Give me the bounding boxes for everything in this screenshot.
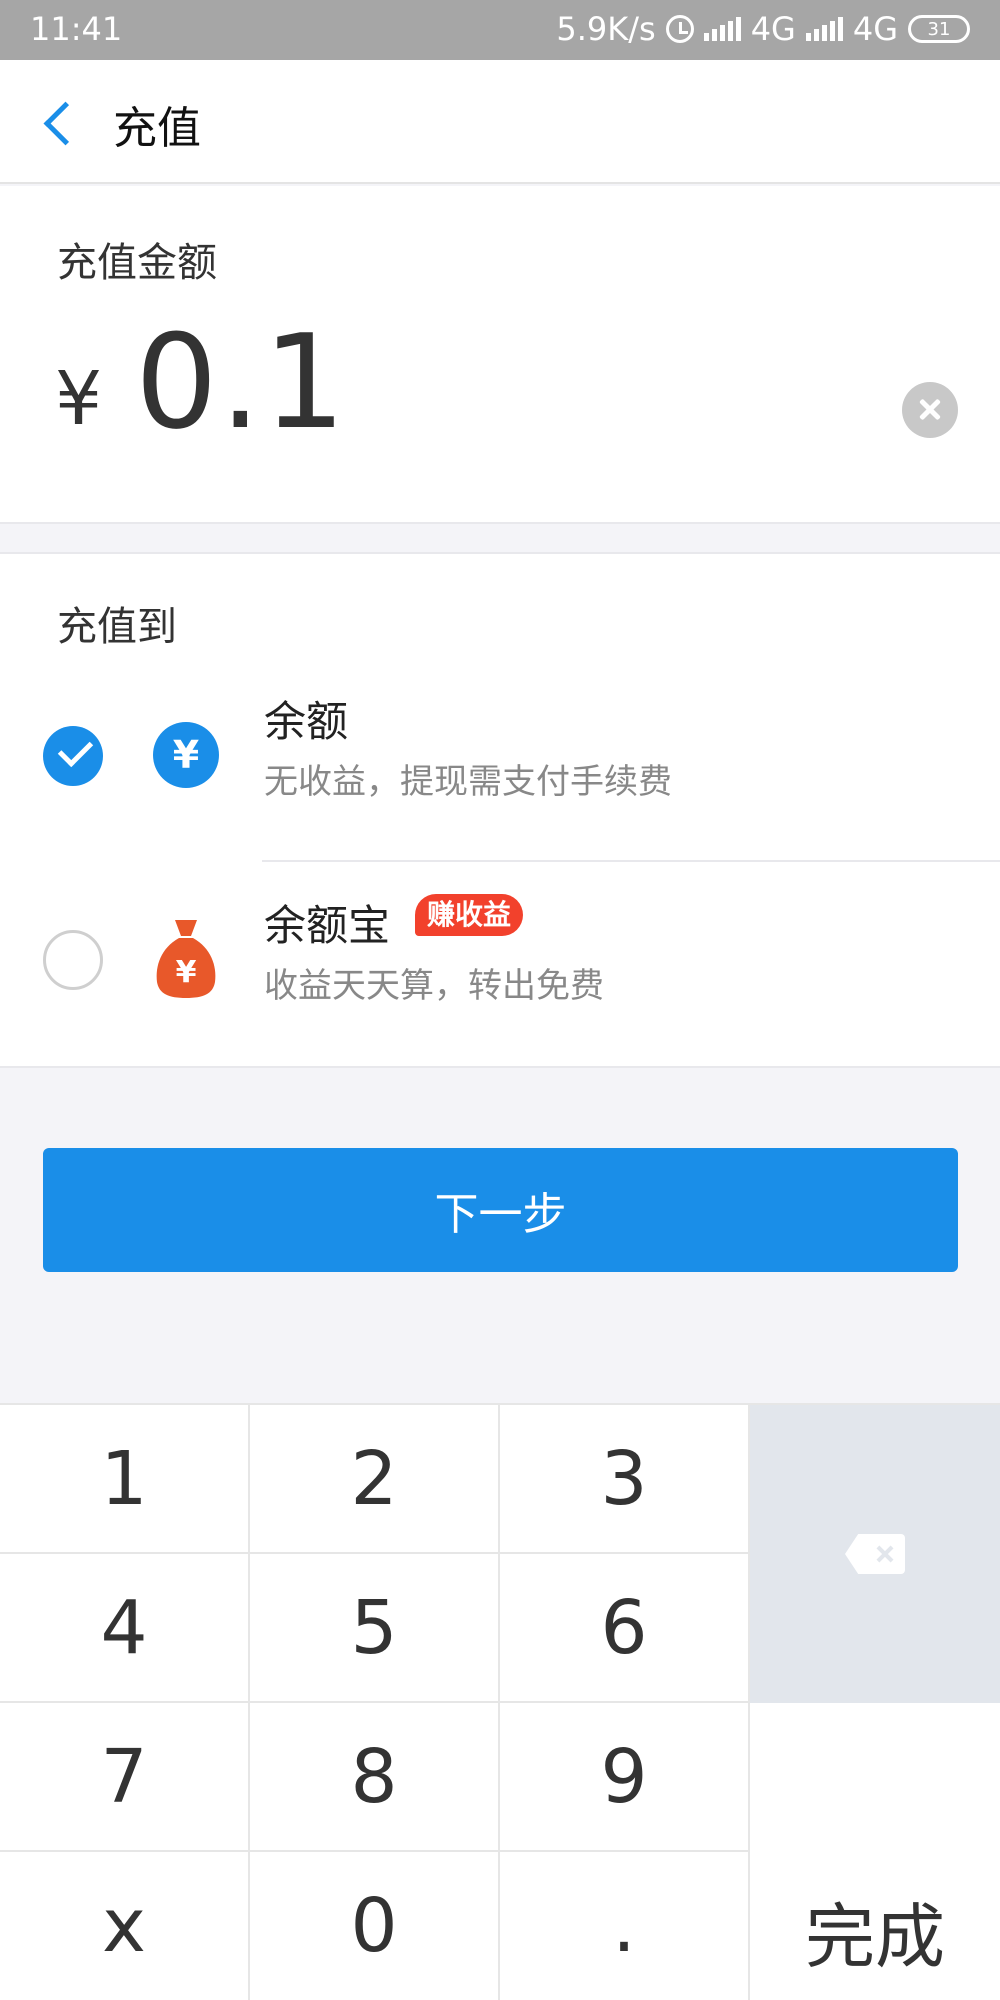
yuan-circle-icon: ¥ [153, 722, 219, 788]
network-speed: 5.9K/s [556, 10, 656, 48]
amount-input[interactable]: 0.1 [135, 306, 348, 458]
key-2[interactable]: 2 [250, 1405, 500, 1554]
earn-badge: 赚收益 [415, 894, 524, 936]
done-key[interactable]: 完成 [750, 1703, 1000, 2000]
option-yuebao[interactable]: ¥ 余额宝 赚收益 收益天天算，转出免费 [0, 868, 1000, 1072]
amount-section: 充值金额 ¥ 0.1 [0, 186, 1000, 524]
recharge-to-label: 充值到 [57, 604, 177, 650]
radio-checked-icon[interactable] [43, 726, 103, 786]
status-indicators: 5.9K/s 4G 4G 31 [556, 10, 970, 48]
key-9[interactable]: 9 [500, 1703, 750, 1852]
battery-icon: 31 [908, 15, 970, 43]
signal-icon [703, 17, 741, 41]
option-desc: 收益天天算，转出免费 [264, 966, 604, 1006]
nav-bar: 充值 [0, 60, 1000, 184]
recharge-to-section: 充值到 ¥ 余额 无收益，提现需支付手续费 ¥ 余额宝 赚收益 收益天天算，转出… [0, 552, 1000, 1068]
key-8[interactable]: 8 [250, 1703, 500, 1852]
currency-symbol: ¥ [55, 356, 103, 442]
money-bag-icon: ¥ [153, 916, 219, 1000]
option-desc: 无收益，提现需支付手续费 [264, 762, 672, 802]
option-balance[interactable]: ¥ 余额 无收益，提现需支付手续费 [0, 664, 1000, 868]
next-step-button[interactable]: 下一步 [43, 1148, 958, 1272]
key-3[interactable]: 3 [500, 1405, 750, 1554]
alarm-icon [665, 15, 694, 43]
divider [262, 860, 1000, 862]
network-type-1: 4G [750, 10, 796, 48]
back-arrow-icon[interactable] [38, 100, 82, 144]
svg-text:¥: ¥ [176, 955, 197, 990]
network-type-2: 4G [852, 10, 898, 48]
key-x[interactable]: x [0, 1852, 250, 2000]
key-1[interactable]: 1 [0, 1405, 250, 1554]
clear-icon[interactable] [902, 382, 958, 438]
status-bar: 11:41 5.9K/s 4G 4G 31 [0, 0, 1000, 60]
backspace-key[interactable] [750, 1405, 1000, 1703]
key-4[interactable]: 4 [0, 1554, 250, 1703]
option-title: 余额 [264, 697, 349, 746]
key-5[interactable]: 5 [250, 1554, 500, 1703]
key-0[interactable]: 0 [250, 1852, 500, 2000]
key-dot[interactable]: . [500, 1852, 750, 2000]
status-time: 11:41 [30, 10, 123, 48]
option-title: 余额宝 [264, 901, 391, 950]
numeric-keypad: 1 2 3 4 5 6 7 8 9 x 0 . 完成 [0, 1403, 1000, 2000]
key-7[interactable]: 7 [0, 1703, 250, 1852]
page-title: 充值 [113, 103, 201, 154]
backspace-icon [845, 1534, 905, 1574]
signal-icon-2 [805, 17, 843, 41]
key-6[interactable]: 6 [500, 1554, 750, 1703]
amount-label: 充值金额 [57, 240, 217, 286]
radio-unchecked-icon[interactable] [43, 930, 103, 990]
